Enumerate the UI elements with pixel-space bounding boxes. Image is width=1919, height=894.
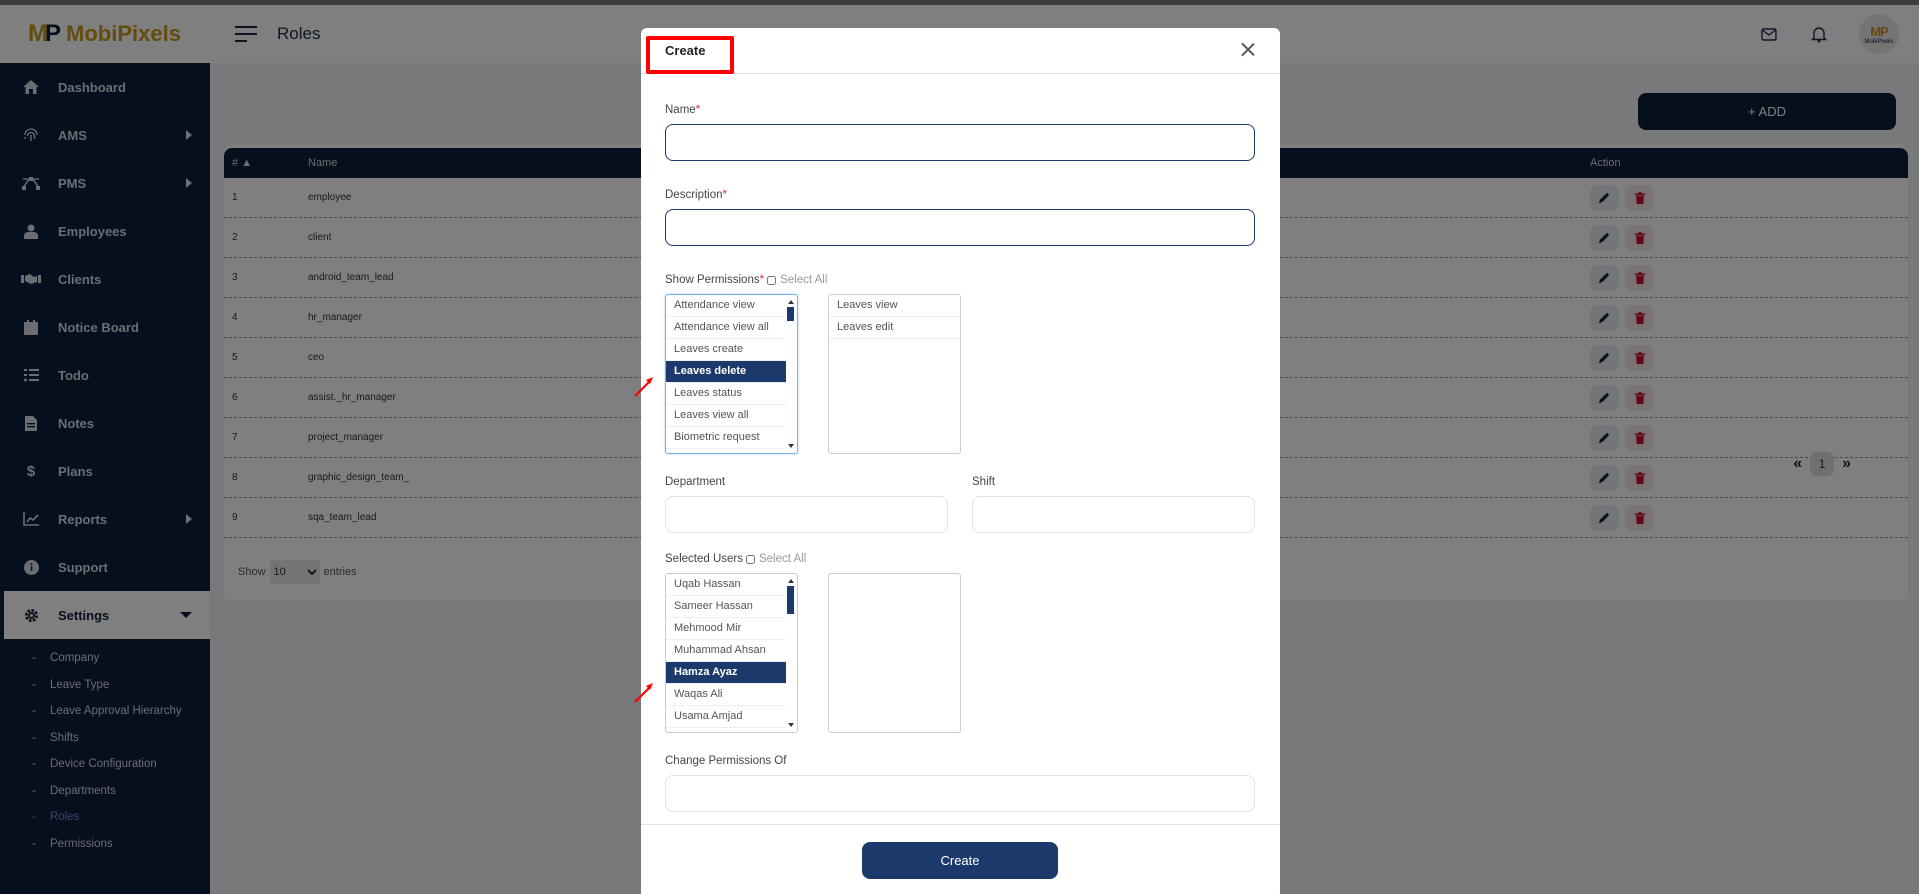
name-input[interactable] [665,124,1255,161]
modal-header: Create [641,28,1280,74]
list-option[interactable]: Uqab Hassan [666,574,786,596]
select-all-permissions-checkbox[interactable] [767,275,777,285]
scrollbar[interactable] [786,295,796,453]
create-role-modal: Create Name * Description * Show Permissio… [634,28,1280,894]
list-option[interactable]: Attendance view all [666,317,786,339]
list-option[interactable]: Leaves view [829,295,960,317]
name-label: Name * [665,104,701,116]
select-all-users-checkbox[interactable] [745,554,755,564]
change-permissions-label: Change Permissions Of [665,755,787,767]
list-option[interactable]: Leaves view all [666,405,786,427]
close-icon[interactable] [1238,40,1258,60]
available-permissions-list[interactable]: Attendance view Attendance view all Leaves… [665,294,798,454]
modal-footer-divider [641,824,1280,825]
shift-input[interactable] [972,496,1255,533]
annotation-arrow-icon [634,683,653,703]
chosen-users-list[interactable] [828,573,961,733]
list-option[interactable]: Leaves status [666,383,786,405]
list-option[interactable]: Attendance view [666,295,786,317]
list-option[interactable]: Waqas Ali [666,684,786,706]
create-button[interactable]: Create [862,842,1058,879]
show-permissions-label: Show Permissions * Select All [665,274,828,286]
list-option[interactable]: Leaves edit [829,317,960,339]
users-dual-list: Uqab Hassan Sameer Hassan Mehmood Mir Muham… [665,573,1256,733]
list-option[interactable]: Muhammad Ahsan [666,640,786,662]
scrollbar[interactable] [786,574,796,732]
list-option[interactable]: Biometric request [666,427,786,449]
permissions-dual-list: Attendance view Attendance view all Leaves… [665,294,1256,454]
list-option[interactable]: Usama Amjad [666,706,786,728]
description-label: Description * [665,189,728,201]
list-option[interactable]: Hamza Ayaz [666,662,786,684]
annotation-highlight-box [646,36,734,74]
modal-body: Name * Description * Show Permissions * Sel… [641,74,1280,812]
department-input[interactable] [665,496,948,533]
change-permissions-input[interactable] [665,775,1255,812]
list-option[interactable]: Leaves create [666,339,786,361]
list-option[interactable]: Sameer Hassan [666,596,786,618]
shift-label: Shift [972,476,996,488]
chosen-permissions-list[interactable]: Leaves view Leaves edit [828,294,961,454]
annotation-arrow-icon [634,377,653,397]
list-option[interactable]: Mehmood Mir [666,618,786,640]
available-users-list[interactable]: Uqab Hassan Sameer Hassan Mehmood Mir Muham… [665,573,798,733]
department-label: Department [665,476,726,488]
description-input[interactable] [665,209,1255,246]
list-option[interactable]: Leaves delete [666,361,786,383]
